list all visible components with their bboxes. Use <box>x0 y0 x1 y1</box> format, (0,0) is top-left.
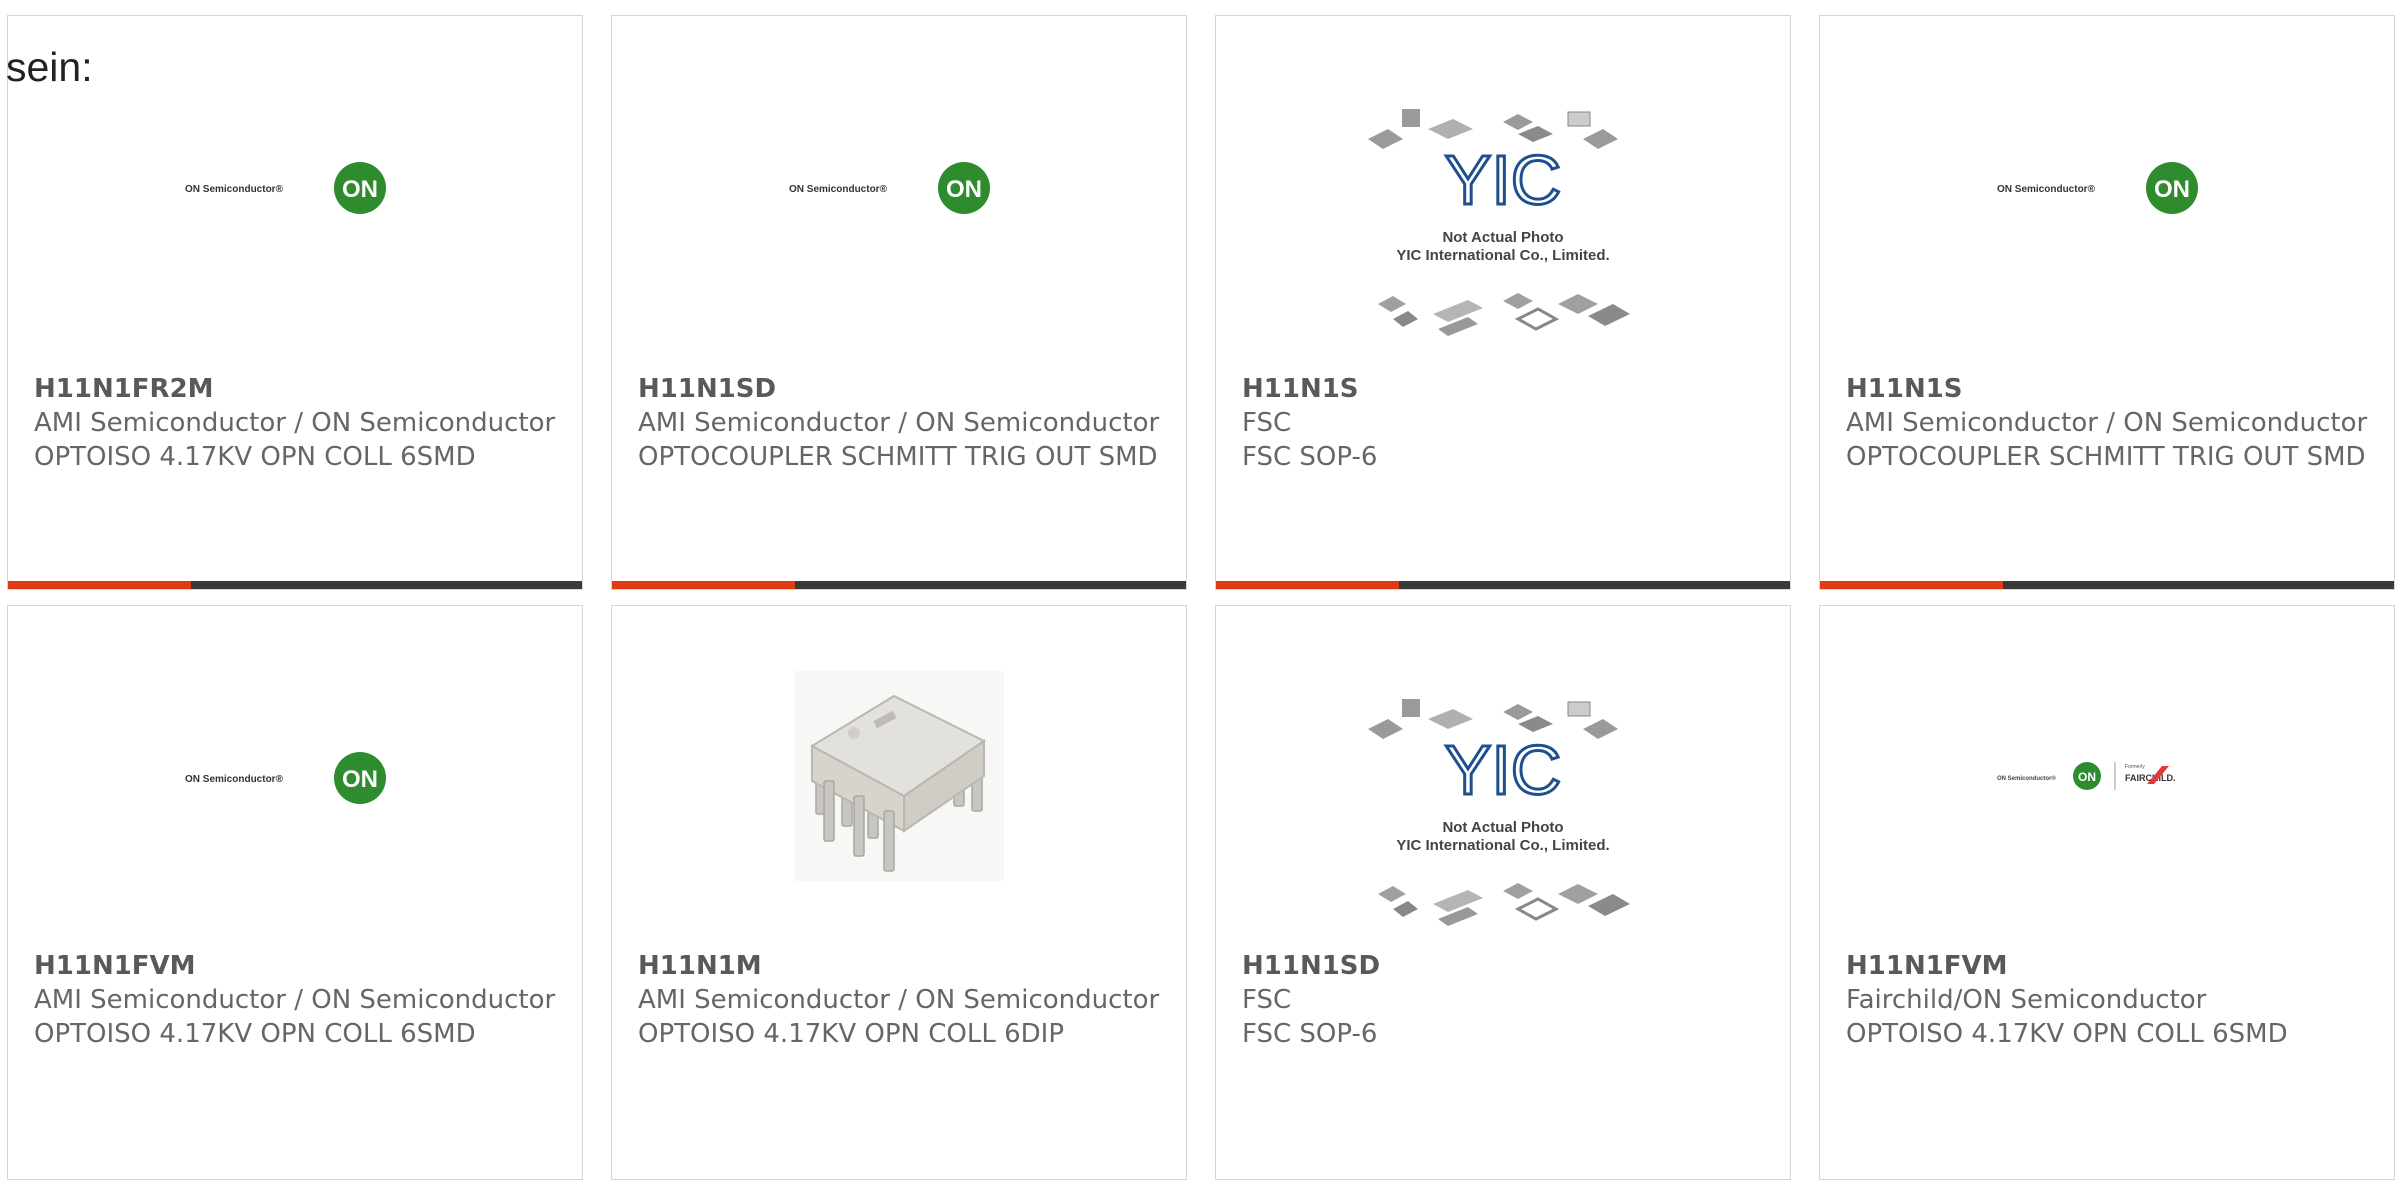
product-card[interactable]: H11N1M AMI Semiconductor / ON Semiconduc… <box>611 605 1187 1180</box>
description: FSC SOP-6 <box>1242 1019 1378 1049</box>
product-card[interactable]: ON Semiconductor® ON H11N1SD AMI Semicon… <box>611 15 1187 590</box>
part-number[interactable]: H11N1SD <box>638 372 1162 406</box>
product-card[interactable]: YIC Not Actual Photo YIC International C… <box>1215 605 1791 1180</box>
on-logo-letters: ON <box>2078 770 2096 784</box>
manufacturer: FSC <box>1242 408 1292 438</box>
package-icons-bottom <box>1378 883 1630 926</box>
manufacturer: FSC <box>1242 985 1292 1015</box>
on-logo-letters: ON <box>946 176 982 203</box>
card-accent-bar <box>612 581 1186 589</box>
description: OPTOISO 4.17KV OPN COLL 6DIP <box>638 1019 1065 1049</box>
on-semi-logo-text: ON Semiconductor® <box>1997 184 2096 195</box>
manufacturer: AMI Semiconductor / ON Semiconductor <box>34 985 556 1015</box>
page-label: sein: <box>6 44 93 90</box>
yic-logo: YIC <box>1445 141 1562 219</box>
product-image[interactable]: YIC Not Actual Photo YIC International C… <box>1216 694 1790 939</box>
on-logo-letters: ON <box>2154 176 2190 203</box>
product-card[interactable]: ON Semiconductor® ON H11N1S AMI Semicond… <box>1819 15 2395 590</box>
card-accent-bar <box>1216 581 1790 589</box>
product-image[interactable]: ON Semiconductor® ON <box>8 158 582 218</box>
product-card[interactable]: ON Semiconductor® ON H11N1FVM AMI Semico… <box>7 605 583 1180</box>
product-card[interactable]: ON Semiconductor® ON Formerly FAIRCHILD.… <box>1819 605 2395 1180</box>
part-number[interactable]: H11N1S <box>1242 372 1766 406</box>
product-card[interactable]: ON Semiconductor® ON H11N1FR2M AMI Semic… <box>7 15 583 590</box>
yic-note-line1: Not Actual Photo <box>1442 819 1563 836</box>
on-semi-logo-text: ON Semiconductor® <box>185 184 284 195</box>
product-image[interactable]: ON Semiconductor® ON <box>1820 158 2394 218</box>
yic-note-line2: YIC International Co., Limited. <box>1396 837 1609 854</box>
product-card[interactable]: YIC Not Actual Photo YIC International C… <box>1215 15 1791 590</box>
manufacturer: AMI Semiconductor / ON Semiconductor <box>638 408 1160 438</box>
on-semi-logo-text: ON Semiconductor® <box>1997 775 2056 782</box>
product-image[interactable] <box>612 671 1186 881</box>
part-number[interactable]: H11N1S <box>1846 372 2370 406</box>
on-logo-letters: ON <box>342 176 378 203</box>
manufacturer: AMI Semiconductor / ON Semiconductor <box>638 985 1160 1015</box>
product-image[interactable]: ON Semiconductor® ON <box>612 158 1186 218</box>
card-accent-bar <box>1820 581 2394 589</box>
dip6-chip-photo <box>794 671 1004 881</box>
description: OPTOCOUPLER SCHMITT TRIG OUT SMD <box>638 442 1158 472</box>
yic-note-line2: YIC International Co., Limited. <box>1396 247 1609 264</box>
description: OPTOISO 4.17KV OPN COLL 6SMD <box>34 1019 476 1049</box>
description: OPTOISO 4.17KV OPN COLL 6SMD <box>34 442 476 472</box>
product-image[interactable]: ON Semiconductor® ON Formerly FAIRCHILD. <box>1820 756 2394 796</box>
manufacturer: AMI Semiconductor / ON Semiconductor <box>1846 408 2368 438</box>
on-semi-logo-text: ON Semiconductor® <box>185 774 284 785</box>
part-number[interactable]: H11N1FR2M <box>34 372 558 406</box>
manufacturer: AMI Semiconductor / ON Semiconductor <box>34 408 556 438</box>
manufacturer: Fairchild/ON Semiconductor <box>1846 985 2207 1015</box>
description: OPTOCOUPLER SCHMITT TRIG OUT SMD <box>1846 442 2366 472</box>
part-number[interactable]: H11N1M <box>638 949 1162 983</box>
card-accent-bar <box>8 581 582 589</box>
part-number[interactable]: H11N1FVM <box>1846 949 2370 983</box>
on-semi-logo-text: ON Semiconductor® <box>789 184 888 195</box>
product-image[interactable]: ON Semiconductor® ON <box>8 748 582 808</box>
part-number[interactable]: H11N1FVM <box>34 949 558 983</box>
formerly-text: Formerly <box>2125 764 2145 770</box>
description: OPTOISO 4.17KV OPN COLL 6SMD <box>1846 1019 2288 1049</box>
yic-logo: YIC <box>1445 731 1562 809</box>
package-icons-bottom <box>1378 293 1630 336</box>
product-image[interactable]: YIC Not Actual Photo YIC International C… <box>1216 104 1790 349</box>
yic-note-line1: Not Actual Photo <box>1442 229 1563 246</box>
part-number[interactable]: H11N1SD <box>1242 949 1766 983</box>
description: FSC SOP-6 <box>1242 442 1378 472</box>
on-logo-letters: ON <box>342 766 378 793</box>
